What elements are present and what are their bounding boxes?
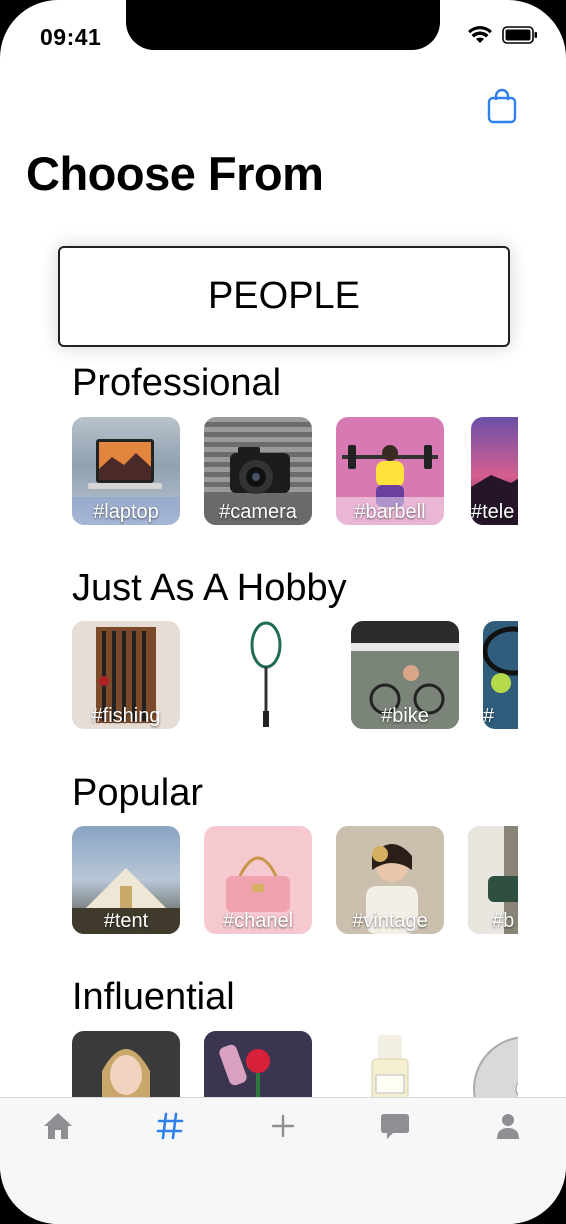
battery-icon [502,26,537,44]
status-icons [468,26,538,44]
racket-image [250,621,282,727]
tile-tele[interactable]: #tele [471,417,518,525]
page-title: Choose From [26,147,324,200]
tile-racket[interactable] [204,621,312,729]
tab-bar [0,1097,566,1224]
plus-icon [271,1114,295,1138]
tab-hashtag[interactable] [148,1110,192,1142]
tile-tennis[interactable]: # [483,621,518,729]
tile-tag: #vintage [352,910,428,932]
notch [126,0,440,50]
tile-tag: # [483,705,495,727]
tile-tag: #tent [103,910,149,932]
tile-tag: #camera [219,501,297,523]
tile-tag: #fishing [91,705,161,727]
tile-bag[interactable]: #b [468,826,518,934]
tile-tent[interactable]: #tent [72,826,180,934]
tab-profile[interactable] [486,1110,530,1142]
tile-bike[interactable]: #bike [351,621,459,729]
tile-camera[interactable]: #camera [204,417,312,525]
tile-chanel[interactable]: #chanel [204,826,312,934]
tile-row-professional[interactable]: #laptop #camera #barbell #tele [72,417,518,525]
status-time: 09:41 [40,24,102,50]
chat-icon [381,1114,409,1139]
tile-row-popular[interactable]: #tent #chanel #vintage #b [72,826,518,934]
tile-tag: #bike [381,705,429,727]
tile-tag: #laptop [93,501,159,523]
tile-row-hobby[interactable]: #fishing #bike # [72,621,518,729]
tile-vintage[interactable]: #vintage [336,826,444,934]
tab-home[interactable] [36,1110,80,1142]
tile-barbell[interactable]: #barbell [336,417,444,525]
section-title-influential: Influential [72,976,235,1018]
tile-fishing[interactable]: #fishing [72,621,180,729]
tab-create[interactable] [261,1110,305,1142]
tile-tag: #chanel [222,910,294,932]
phone-screen: 09:41 Choose From PEOPLE Professional #l… [0,0,566,1224]
shopping-bag-icon[interactable] [486,88,518,124]
tile-tag: #tele [471,501,515,523]
section-title-professional: Professional [72,362,282,404]
category-button[interactable]: PEOPLE [58,246,510,347]
person-icon [497,1114,519,1139]
tile-laptop[interactable]: #laptop [72,417,180,525]
home-icon [44,1113,72,1139]
tab-messages[interactable] [373,1110,417,1142]
wifi-icon [468,26,492,43]
tile-tag: #b [492,910,515,932]
tile-tag: #barbell [354,501,426,523]
hashtag-icon [156,1112,184,1140]
section-title-hobby: Just As A Hobby [72,567,347,609]
section-title-popular: Popular [72,772,203,814]
